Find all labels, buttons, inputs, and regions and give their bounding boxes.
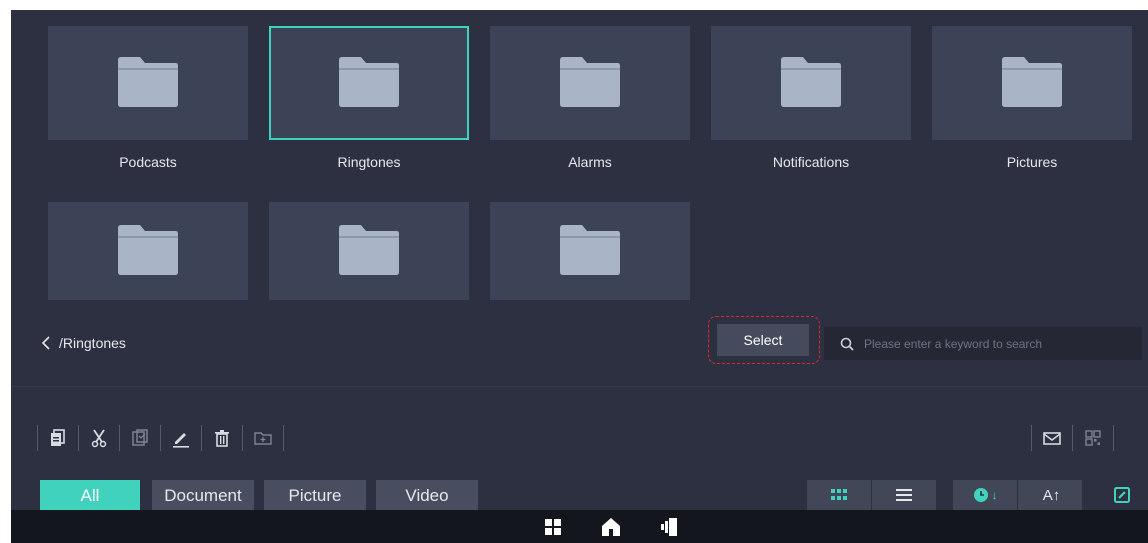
multitask-icon[interactable] bbox=[659, 516, 681, 538]
edit-button[interactable] bbox=[1107, 480, 1137, 510]
mail-icon[interactable] bbox=[1032, 422, 1072, 454]
folder-icon bbox=[116, 56, 180, 108]
folder-tile-ringtones[interactable] bbox=[269, 26, 469, 140]
folder-tile-pictures[interactable] bbox=[932, 26, 1132, 140]
search-bar[interactable] bbox=[824, 327, 1142, 360]
sort-time-direction: ↓ bbox=[991, 488, 998, 502]
folder-icon bbox=[779, 56, 843, 108]
folder-icon bbox=[116, 224, 180, 276]
breadcrumb-path: /Ringtones bbox=[59, 335, 126, 351]
toolbar-separator bbox=[283, 425, 284, 451]
delete-icon[interactable] bbox=[202, 422, 242, 454]
tab-all[interactable]: All bbox=[40, 480, 140, 510]
divider bbox=[11, 386, 1148, 387]
folder-icon bbox=[558, 224, 622, 276]
folder-label: Podcasts bbox=[119, 154, 177, 170]
chevron-left-icon[interactable] bbox=[41, 336, 51, 350]
select-highlight: Select bbox=[708, 316, 820, 364]
apps-icon[interactable] bbox=[542, 516, 564, 538]
folder-label: Pictures bbox=[1006, 154, 1058, 170]
folder-icon bbox=[337, 224, 401, 276]
sort-alpha-icon: A↑ bbox=[1042, 486, 1061, 504]
rename-icon[interactable] bbox=[161, 422, 201, 454]
share-toolbar bbox=[1031, 422, 1114, 454]
folder-icon bbox=[558, 56, 622, 108]
folder-tile[interactable] bbox=[269, 202, 469, 300]
folder-tile-notifications[interactable] bbox=[711, 26, 911, 140]
tab-document[interactable]: Document bbox=[152, 480, 254, 510]
folder-tile[interactable] bbox=[48, 202, 248, 300]
folder-icon bbox=[1000, 56, 1064, 108]
breadcrumb[interactable]: /Ringtones bbox=[41, 335, 126, 351]
qr-code-icon[interactable] bbox=[1073, 422, 1113, 454]
list-view-button[interactable] bbox=[872, 480, 936, 510]
list-view-icon bbox=[896, 489, 912, 501]
folder-icon bbox=[337, 56, 401, 108]
search-input[interactable] bbox=[864, 336, 1134, 351]
tab-video[interactable]: Video bbox=[376, 480, 478, 510]
system-navbar bbox=[11, 510, 1148, 543]
folder-label: Notifications bbox=[772, 154, 850, 170]
folder-tile-alarms[interactable] bbox=[490, 26, 690, 140]
grid-view-icon bbox=[831, 489, 847, 501]
clock-icon bbox=[973, 487, 989, 503]
folder-label: Alarms bbox=[568, 154, 612, 170]
copy-icon[interactable] bbox=[38, 422, 78, 454]
grid-view-button[interactable] bbox=[807, 480, 871, 510]
folder-tile-podcasts[interactable] bbox=[48, 26, 248, 140]
sort-name-button[interactable]: A↑ bbox=[1018, 480, 1082, 510]
edit-icon bbox=[1114, 487, 1130, 503]
file-toolbar bbox=[37, 422, 284, 454]
folder-tile[interactable] bbox=[490, 202, 690, 300]
search-icon bbox=[824, 337, 864, 351]
file-manager-screen: Podcasts Ringtones Alarms Notifications … bbox=[11, 10, 1148, 543]
toolbar-separator bbox=[1113, 425, 1114, 451]
cut-icon[interactable] bbox=[79, 422, 119, 454]
folder-label: Ringtones bbox=[337, 154, 401, 170]
select-button[interactable]: Select bbox=[717, 324, 809, 356]
paste-icon[interactable] bbox=[120, 422, 160, 454]
tab-picture[interactable]: Picture bbox=[264, 480, 366, 510]
sort-time-button[interactable]: ↓ bbox=[953, 480, 1017, 510]
home-icon[interactable] bbox=[600, 516, 622, 538]
new-folder-icon[interactable] bbox=[243, 422, 283, 454]
